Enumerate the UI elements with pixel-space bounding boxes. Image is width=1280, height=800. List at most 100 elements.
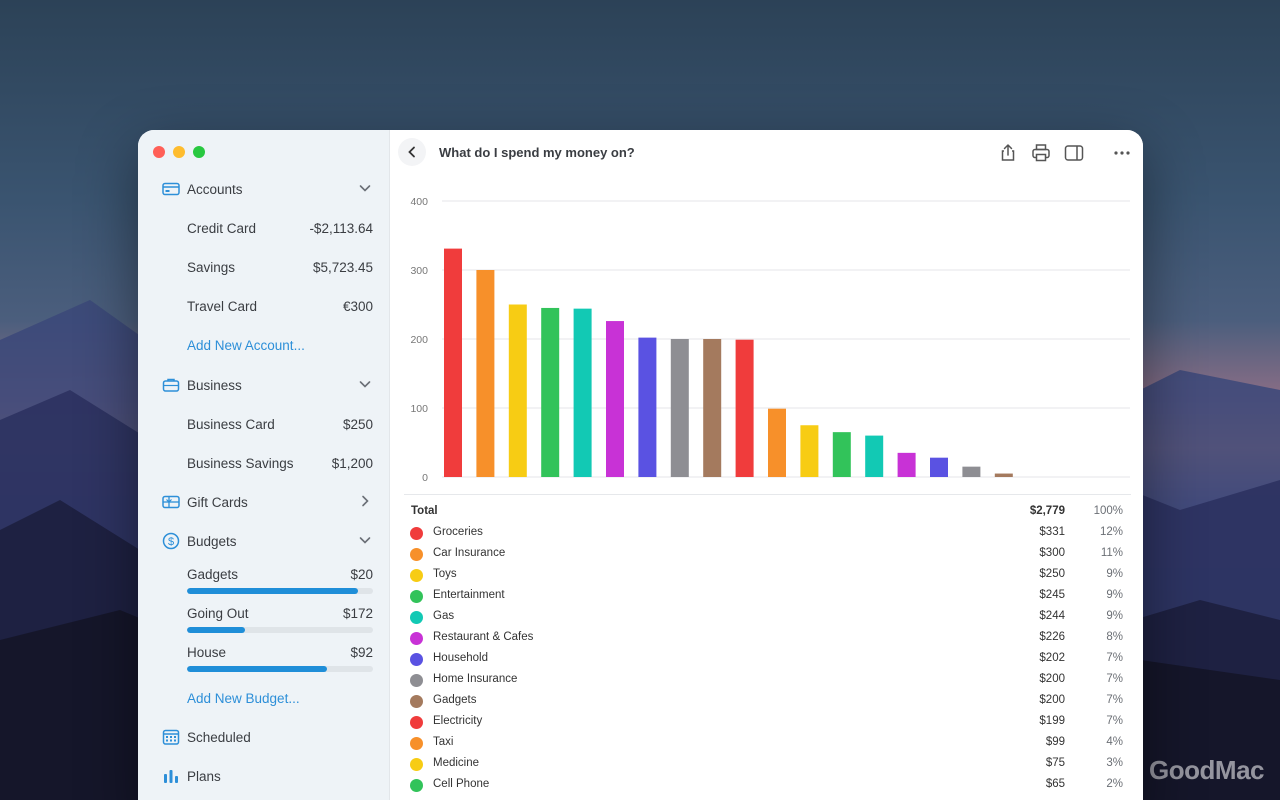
sidebar-item-business-card[interactable]: Business Card $250 <box>138 409 390 439</box>
chart-bar[interactable] <box>962 466 981 477</box>
sidebar-section-business[interactable]: Business <box>138 370 390 400</box>
legend-color-dot <box>410 632 423 645</box>
minimize-window-button[interactable] <box>173 146 185 158</box>
chevron-down-icon[interactable] <box>358 181 372 195</box>
chart-bar[interactable] <box>670 339 689 477</box>
legend-color-dot <box>410 569 423 582</box>
chart-bar[interactable] <box>638 337 657 477</box>
budget-item-house[interactable]: House $92 <box>187 645 373 672</box>
chart-bar[interactable] <box>865 435 884 477</box>
zoom-window-button[interactable] <box>193 146 205 158</box>
add-new-account-link[interactable]: Add New Account... <box>138 330 390 360</box>
share-icon[interactable] <box>997 142 1019 164</box>
sidebar-section-scheduled[interactable]: Scheduled <box>138 722 390 752</box>
y-tick-label: 300 <box>410 265 428 277</box>
sidebar-item-travel-card[interactable]: Travel Card €300 <box>138 291 390 321</box>
budget-progress-fill <box>187 588 359 594</box>
legend-category-name: Restaurant & Cafes <box>433 631 534 643</box>
budget-progress-bar <box>187 627 373 633</box>
budget-progress-bar <box>187 588 373 594</box>
chart-bar[interactable] <box>606 321 624 477</box>
calendar-icon <box>162 729 180 745</box>
budget-item-gadgets[interactable]: Gadgets $20 <box>187 567 373 594</box>
sidebar-item-business-savings[interactable]: Business Savings $1,200 <box>138 448 390 478</box>
budget-amount: $172 <box>342 606 373 621</box>
legend-color-dot <box>410 716 423 729</box>
chevron-down-icon[interactable] <box>358 533 372 547</box>
legend-row[interactable]: Car Insurance $300 11% <box>404 545 1123 566</box>
chart-bar[interactable] <box>541 307 560 477</box>
sidebar-section-budgets[interactable]: $ Budgets <box>138 526 390 556</box>
chevron-left-icon <box>408 146 415 158</box>
sidebar-item-savings[interactable]: Savings $5,723.45 <box>138 252 390 282</box>
legend-category-name: Toys <box>433 568 457 580</box>
legend-total-row: Total $2,779 100% <box>404 503 1123 524</box>
chart-bar[interactable] <box>703 339 722 477</box>
chart-bar[interactable] <box>508 304 527 478</box>
close-window-button[interactable] <box>153 146 165 158</box>
legend-row[interactable]: Restaurant & Cafes $226 8% <box>404 629 1123 650</box>
more-options-icon[interactable] <box>1111 142 1133 164</box>
sidebar-item-credit-card[interactable]: Credit Card -$2,113.64 <box>138 213 390 243</box>
legend-color-dot <box>410 737 423 750</box>
chart-bar[interactable] <box>897 452 916 477</box>
legend-row[interactable]: Home Insurance $200 7% <box>404 671 1123 692</box>
chart-bar[interactable] <box>768 408 786 477</box>
chart-bar[interactable] <box>994 473 1013 477</box>
legend-row[interactable]: Groceries $331 12% <box>404 524 1123 545</box>
legend-category-name: Gas <box>433 610 455 622</box>
legend-category-name: Groceries <box>433 526 483 538</box>
sidebar-toggle-icon[interactable] <box>1063 142 1085 164</box>
credit-card-icon <box>162 182 180 196</box>
legend-color-dot <box>410 590 423 603</box>
chart-bar[interactable] <box>930 457 948 477</box>
legend-percent: 9% <box>1106 610 1123 622</box>
add-new-budget-label: Add New Budget... <box>187 690 300 706</box>
sidebar-section-gift-cards[interactable]: Gift Cards <box>138 487 390 517</box>
budget-item-going-out[interactable]: Going Out $172 <box>187 606 373 633</box>
app-window: Accounts Credit Card -$2,113.64 Savings … <box>138 130 1143 800</box>
chart-bar[interactable] <box>800 425 819 477</box>
sidebar-section-label: Budgets <box>187 533 237 549</box>
goodmac-watermark: GoodMac <box>1149 755 1264 785</box>
legend-category-name: Household <box>433 652 488 664</box>
print-icon[interactable] <box>1030 142 1052 164</box>
legend-row[interactable]: Gadgets $200 7% <box>404 692 1123 713</box>
legend-color-dot <box>410 779 423 792</box>
sidebar-section-plans[interactable]: Plans <box>138 761 390 791</box>
legend-category-name: Total <box>411 505 438 517</box>
legend-row[interactable]: Gas $244 9% <box>404 608 1123 629</box>
legend-row[interactable]: Household $202 7% <box>404 650 1123 671</box>
chart-bar[interactable] <box>735 339 754 477</box>
legend-amount: $300 <box>1039 547 1065 559</box>
legend-percent: 2% <box>1106 778 1123 790</box>
legend-color-dot <box>410 611 423 624</box>
legend-row[interactable]: Electricity $199 7% <box>404 713 1123 734</box>
legend-row[interactable]: Cell Phone $65 2% <box>404 776 1123 797</box>
sidebar-section-label: Gift Cards <box>187 494 248 510</box>
sidebar-section-label: Accounts <box>187 181 243 197</box>
budget-amount: $92 <box>350 645 373 660</box>
legend-amount: $99 <box>1045 736 1065 748</box>
legend-row[interactable]: Toys $250 9% <box>404 566 1123 587</box>
legend-percent: 9% <box>1106 568 1123 580</box>
legend-row[interactable]: Taxi $99 4% <box>404 734 1123 755</box>
chevron-right-icon[interactable] <box>358 494 372 508</box>
legend-row[interactable]: Entertainment $245 9% <box>404 587 1123 608</box>
budget-name: Gadgets <box>187 567 239 582</box>
report-pane: What do I spend my money on? 0 100 200 300 4… <box>390 130 1143 800</box>
back-button[interactable] <box>398 138 426 166</box>
legend-color-dot <box>410 527 423 540</box>
legend-row[interactable]: Medicine $75 3% <box>404 755 1123 776</box>
chart-bar[interactable] <box>476 270 495 477</box>
legend-amount: $200 <box>1039 673 1065 685</box>
chart-bar[interactable] <box>832 432 851 477</box>
chevron-down-icon[interactable] <box>358 377 372 391</box>
y-tick-label: 100 <box>410 403 428 415</box>
chart-bar[interactable] <box>444 248 462 477</box>
chart-bar[interactable] <box>573 308 592 477</box>
legend-percent: 11% <box>1100 547 1123 559</box>
add-new-budget-link[interactable]: Add New Budget... <box>138 683 390 713</box>
legend-category-name: Gadgets <box>433 694 477 706</box>
sidebar-section-accounts[interactable]: Accounts <box>138 174 390 204</box>
